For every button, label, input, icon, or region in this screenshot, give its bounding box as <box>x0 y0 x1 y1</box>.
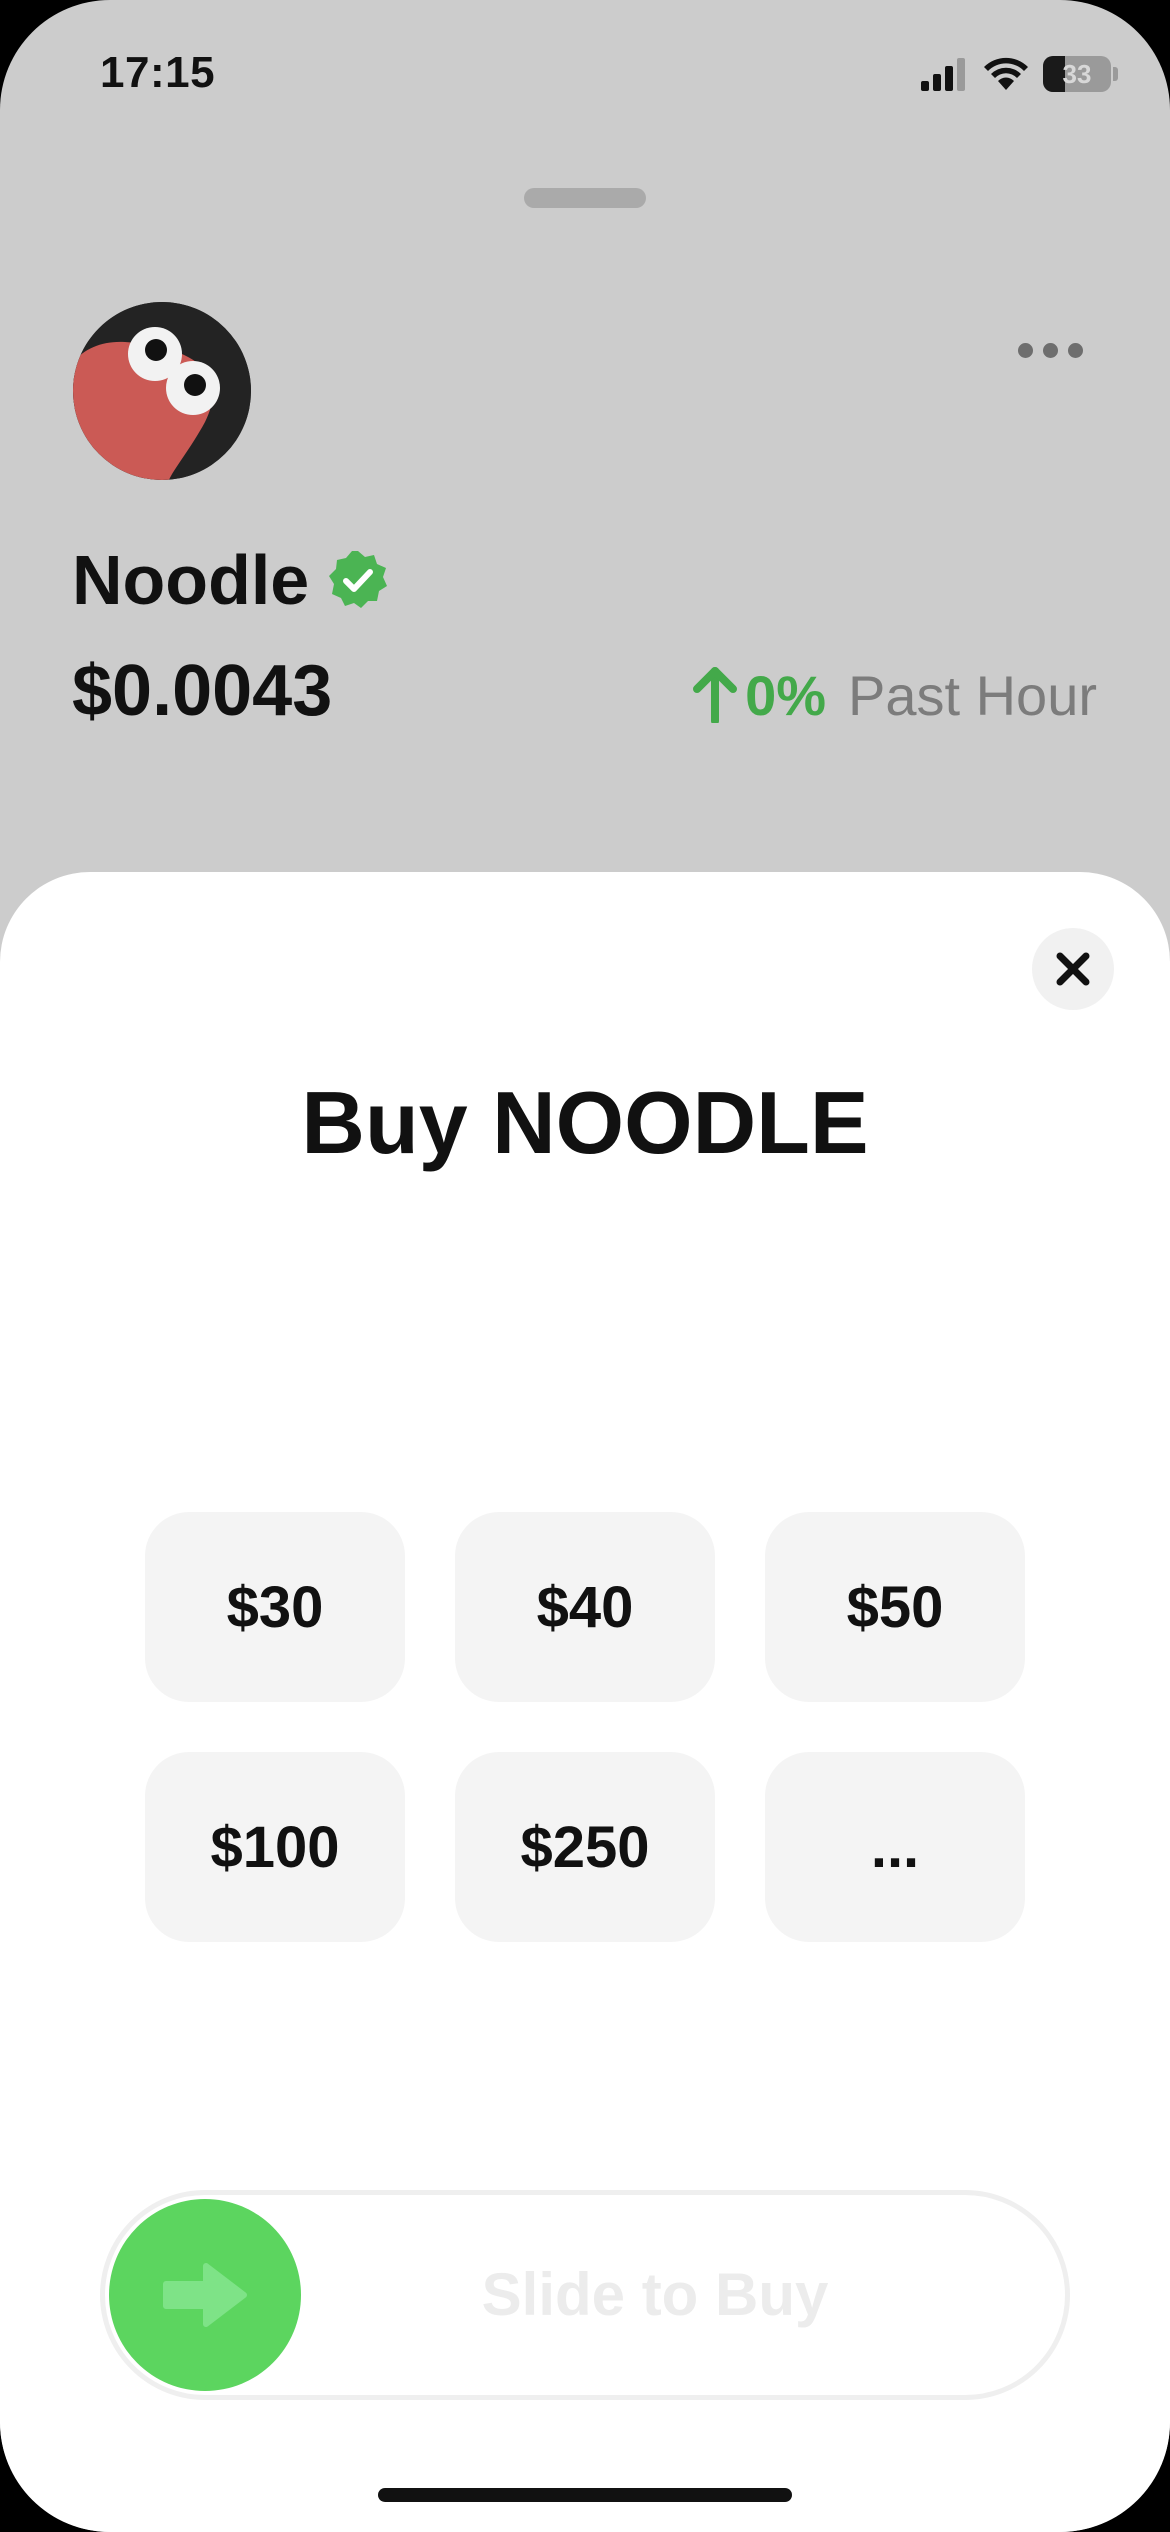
status-time: 17:15 <box>100 48 216 97</box>
slider-handle[interactable] <box>109 2199 301 2391</box>
token-price: $0.0043 <box>72 651 333 731</box>
status-icons: 33 <box>919 52 1118 96</box>
arrow-right-icon <box>163 2263 247 2327</box>
cellular-signal-icon <box>921 58 965 91</box>
sheet-title: Buy NOODLE <box>301 1073 869 1172</box>
amount-button-50[interactable]: $50 <box>765 1512 1025 1702</box>
buy-sheet: Buy NOODLE $30 $40 $50 $100 $250 ... Sli… <box>0 872 1170 2532</box>
verified-check-icon <box>329 551 388 608</box>
noodle-character-icon <box>73 302 251 480</box>
slide-to-buy-slider[interactable]: Slide to Buy <box>100 2190 1070 2400</box>
slider-label: Slide to Buy <box>481 2261 829 2328</box>
more-horizontal-icon <box>1017 342 1033 358</box>
amount-button-250[interactable]: $250 <box>455 1752 715 1942</box>
change-value: 0% <box>745 663 826 727</box>
token-name: Noodle <box>72 541 310 619</box>
amount-button-custom[interactable]: ... <box>765 1752 1025 1942</box>
battery-level: 33 <box>1062 58 1092 89</box>
amount-grid: $30 $40 $50 $100 $250 ... <box>145 1512 1025 1942</box>
more-options-button[interactable] <box>1010 330 1090 370</box>
app-screen: 17:15 33 Noodle $0.0043 0% Past Hour Buy… <box>0 0 1170 2532</box>
more-horizontal-icon-dot <box>1042 342 1058 358</box>
amount-button-40[interactable]: $40 <box>455 1512 715 1702</box>
price-change: 0% Past Hour <box>693 660 1097 730</box>
status-bar: 17:15 33 <box>0 0 1170 150</box>
close-button[interactable] <box>1032 928 1114 1010</box>
home-indicator[interactable] <box>378 2488 792 2502</box>
arrow-up-icon <box>693 667 738 723</box>
close-icon <box>1056 952 1090 986</box>
battery-cap <box>1113 67 1118 81</box>
change-period: Past Hour <box>848 663 1097 727</box>
token-name-row: Noodle <box>72 540 389 620</box>
token-avatar <box>73 302 251 480</box>
sheet-grabber[interactable] <box>524 188 646 208</box>
amount-button-30[interactable]: $30 <box>145 1512 405 1702</box>
wifi-icon <box>984 57 1028 90</box>
more-horizontal-icon-dot <box>1067 342 1083 358</box>
amount-button-100[interactable]: $100 <box>145 1752 405 1942</box>
battery-icon: 33 <box>1043 56 1111 92</box>
